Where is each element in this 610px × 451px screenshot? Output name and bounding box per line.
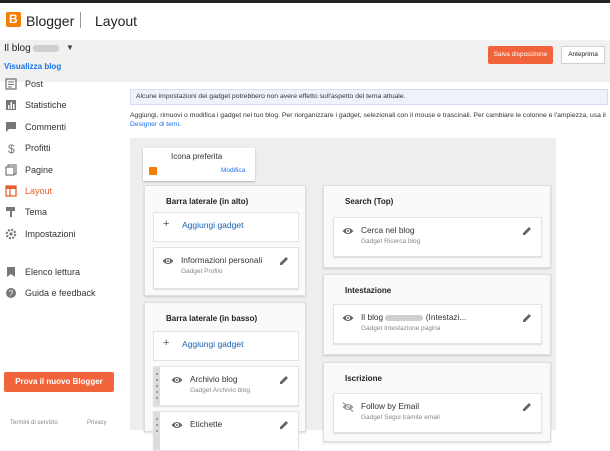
blogger-favicon-icon	[149, 167, 157, 175]
sidebar-item-commenti[interactable]: Commenti	[0, 119, 125, 137]
blogger-logo-icon[interactable]: B	[6, 12, 21, 27]
edit-pencil-icon[interactable]	[279, 375, 289, 385]
eye-icon[interactable]	[342, 313, 354, 323]
svg-text:$: $	[8, 142, 15, 154]
add-gadget-button[interactable]: + Aggiungi gadget	[153, 331, 299, 361]
stats-icon	[6, 100, 16, 110]
sidebar-item-label: Impostazioni	[25, 229, 76, 239]
settings-icon	[5, 228, 17, 240]
dollar-icon: $	[8, 142, 15, 154]
edit-pencil-icon[interactable]	[279, 420, 289, 430]
section-search-top: Search (Top) Cerca nel blog Gadget Ricer…	[323, 185, 551, 268]
comments-icon	[6, 122, 16, 132]
top-bar	[0, 0, 610, 41]
drag-handle[interactable]	[154, 412, 160, 450]
intro-text: Aggiungi, rimuovi o modifica i gadget ne…	[130, 112, 606, 128]
edit-pencil-icon[interactable]	[522, 226, 532, 236]
eye-icon[interactable]	[162, 256, 174, 266]
sidebar-item-label: Commenti	[25, 122, 67, 132]
svg-text:?: ?	[9, 289, 14, 298]
blurred-blog-name	[385, 314, 424, 321]
plus-icon: +	[163, 218, 170, 230]
sidebar-item-post[interactable]: Post	[0, 76, 125, 94]
gadget-labels[interactable]: Etichette	[153, 411, 299, 451]
posts-icon	[5, 78, 17, 90]
try-new-blogger-button[interactable]: Prova il nuovo Blogger	[4, 372, 114, 392]
brand-name: Blogger	[26, 13, 75, 29]
privacy-link[interactable]: Privacy	[87, 420, 107, 426]
sidebar-item-layout[interactable]: Layout	[0, 183, 125, 201]
sidebar-item-tema[interactable]: Tema	[0, 204, 125, 222]
sidebar-item-label: Elenco lettura	[25, 267, 81, 277]
section-sidebar-top: Barra laterale (in alto) + Aggiungi gadg…	[144, 185, 306, 296]
section-header: Intestazione Il blog (Intestazi... Gadge…	[323, 274, 551, 355]
sidebar-item-impostazioni[interactable]: Impostazioni	[0, 226, 125, 244]
section-title: Barra laterale (in alto)	[166, 197, 249, 206]
eye-icon[interactable]	[342, 226, 354, 236]
gadget-page-header[interactable]: Il blog (Intestazi... Gadget Intestazion…	[333, 304, 542, 344]
sidebar-item-label: Layout	[25, 186, 53, 196]
theme-designer-link[interactable]: Designer di temi	[130, 121, 179, 128]
favicon-gadget: Icona preferita Modifica	[143, 148, 255, 181]
eye-hidden-icon[interactable]	[342, 402, 354, 412]
favicon-title: Icona preferita	[171, 152, 223, 161]
edit-pencil-icon[interactable]	[522, 313, 532, 323]
blurred-blog-name	[33, 45, 59, 52]
gadget-profile[interactable]: Informazioni personali Gadget Profilo	[153, 247, 299, 289]
gadget-follow-by-email[interactable]: Follow by Email Gadget Segui tramite ema…	[333, 393, 542, 433]
edit-pencil-icon[interactable]	[279, 256, 289, 266]
preview-button[interactable]: Anteprima	[561, 46, 605, 64]
section-title: Iscrizione	[345, 374, 382, 383]
sidebar-item-pagine[interactable]: Pagine	[0, 162, 125, 180]
plus-icon: +	[163, 337, 170, 349]
sidebar-item-guida[interactable]: ? Guida e feedback	[0, 285, 125, 303]
bookmark-icon	[7, 267, 15, 277]
save-layout-button[interactable]: Salva disposizione	[488, 46, 553, 64]
layout-icon	[5, 185, 17, 197]
section-title: Barra laterale (in basso)	[166, 314, 258, 323]
section-subscribe: Iscrizione Follow by Email Gadget Segui …	[323, 362, 551, 442]
eye-icon[interactable]	[171, 375, 183, 385]
section-title: Intestazione	[345, 286, 392, 295]
warning-notice: Alcune impostazioni dei gadget potrebber…	[130, 89, 608, 105]
sidebar-item-label: Pagine	[25, 165, 54, 175]
edit-pencil-icon[interactable]	[522, 402, 532, 412]
section-sidebar-bottom: Barra laterale (in basso) + Aggiungi gad…	[144, 302, 306, 451]
help-icon: ?	[6, 288, 16, 298]
gadget-blog-archive[interactable]: Archivio blog Gadget Archivio blog	[153, 366, 299, 406]
caret-down-icon[interactable]: ▼	[66, 43, 74, 52]
terms-link[interactable]: Termini di servizio	[10, 420, 58, 426]
header-divider	[80, 12, 81, 28]
blog-selector[interactable]: Il blog	[4, 43, 31, 54]
section-title: Search (Top)	[345, 197, 394, 206]
pages-icon	[5, 164, 17, 176]
sidebar-item-label: Post	[25, 79, 44, 89]
sidebar-item-statistiche[interactable]: Statistiche	[0, 97, 125, 115]
sidebar-item-label: Tema	[25, 207, 48, 217]
sidebar-item-profitti[interactable]: $ Profitti	[0, 140, 125, 158]
gadget-search[interactable]: Cerca nel blog Gadget Ricerca blog	[333, 217, 542, 257]
favicon-edit-link[interactable]: Modifica	[221, 167, 245, 174]
sidebar-item-label: Statistiche	[25, 100, 67, 110]
view-blog-link[interactable]: Visualizza blog	[4, 62, 61, 71]
theme-icon	[6, 207, 15, 217]
sidebar-item-label: Profitti	[25, 143, 51, 153]
top-edge	[0, 0, 610, 3]
eye-icon[interactable]	[171, 420, 183, 430]
add-gadget-button[interactable]: + Aggiungi gadget	[153, 212, 299, 242]
sidebar-item-elenco-lettura[interactable]: Elenco lettura	[0, 264, 125, 282]
drag-handle[interactable]	[154, 367, 160, 405]
page-title: Layout	[95, 13, 138, 29]
sidebar-item-label: Guida e feedback	[25, 288, 96, 298]
